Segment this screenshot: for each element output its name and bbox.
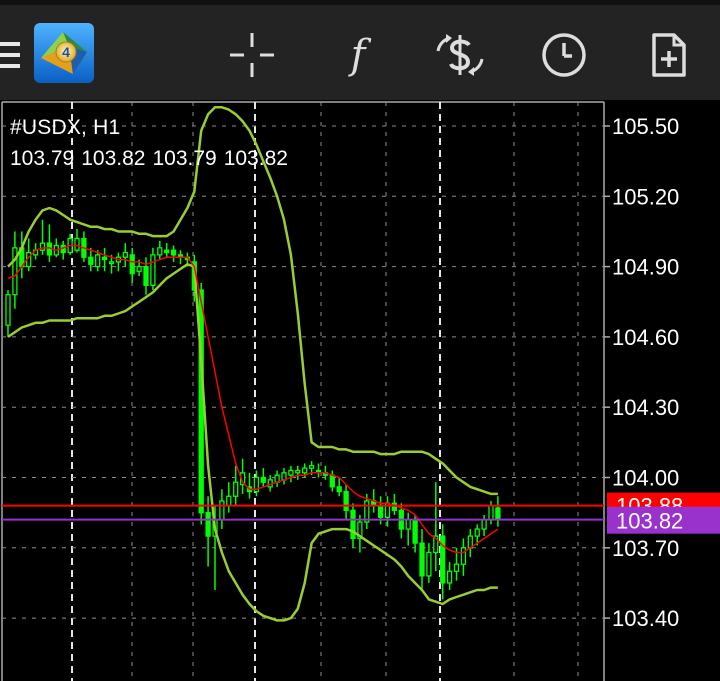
candle-body — [5, 294, 11, 326]
candle-body — [122, 251, 128, 258]
price-axis-label-1: 105.20 — [612, 184, 679, 209]
candle-body — [101, 256, 108, 261]
candle-body — [260, 476, 266, 483]
candle-body — [488, 504, 494, 521]
candle-body — [150, 254, 156, 286]
candle-body — [205, 511, 211, 537]
price-axis-label-5: 104.00 — [612, 466, 679, 491]
hamburger-menu-icon[interactable] — [0, 35, 22, 75]
candle-body — [495, 507, 501, 521]
candle-body — [198, 289, 204, 514]
candle-body — [343, 490, 349, 511]
clock-icon — [542, 33, 586, 77]
candle-body — [453, 563, 460, 572]
timeframe-button[interactable] — [538, 29, 590, 81]
ohlc-low: 103.79 — [152, 147, 217, 170]
candlestick-chart[interactable]: 105.50 105.20 104.90 104.60 104.30 104.00 103.… — [0, 100, 720, 681]
candle-body — [329, 474, 335, 488]
price-axis-label-0: 105.50 — [612, 114, 679, 139]
ohlc-high: 103.82 — [81, 147, 146, 170]
candle-body — [377, 504, 384, 518]
candle-body — [288, 469, 294, 476]
candle-body — [226, 495, 232, 507]
price-chart[interactable]: 105.50 105.20 104.90 104.60 104.30 104.00 103.… — [0, 100, 720, 681]
candle-body — [74, 237, 80, 251]
crosshair-button[interactable] — [226, 29, 278, 81]
top-toolbar: 4 f — [0, 5, 720, 100]
trade-button[interactable] — [432, 29, 488, 81]
candle-body — [219, 500, 225, 521]
indicators-button[interactable]: f — [332, 29, 384, 81]
candle-body — [164, 249, 170, 254]
candle-body — [233, 481, 239, 497]
candle-body — [446, 570, 453, 584]
logo-number: 4 — [62, 44, 70, 60]
ohlc-open: 103.79 — [10, 147, 75, 170]
candle-body — [308, 465, 315, 469]
candle-body — [95, 254, 101, 268]
function-f-icon: f — [350, 32, 366, 78]
price-axis-label-4: 104.30 — [612, 395, 679, 420]
ohlc-close: 103.82 — [223, 147, 288, 170]
candle-body — [302, 467, 308, 474]
candle-body — [170, 249, 177, 256]
price-axis-label-6: 103.70 — [612, 536, 679, 561]
document-plus-icon — [652, 33, 686, 77]
metatrader-logo-icon[interactable]: 4 — [33, 22, 95, 84]
new-order-button[interactable] — [642, 29, 694, 81]
candle-body — [350, 509, 356, 540]
candle-body — [88, 256, 94, 265]
candle-body — [336, 486, 342, 493]
candle-body — [129, 254, 135, 275]
candle-body — [295, 469, 301, 474]
candle-body — [460, 547, 467, 565]
candle-body — [143, 265, 149, 286]
bid-price-label: 103.82 — [616, 509, 683, 534]
crosshair-icon — [230, 33, 274, 77]
candle-body — [426, 551, 432, 577]
candle-body — [481, 519, 487, 530]
candle-body — [136, 265, 142, 272]
candle-body — [157, 247, 163, 256]
price-axis-label-2: 104.90 — [612, 255, 679, 280]
candle-body — [108, 261, 115, 265]
price-axis-label-7: 103.40 — [612, 606, 679, 631]
price-axis-label-3: 104.60 — [612, 325, 679, 350]
ohlc-values: 103.79 103.82 103.79 103.82 — [10, 147, 295, 171]
candle-body — [412, 519, 418, 544]
chart-symbol-title: #USDX, H1 — [10, 116, 121, 139]
candle-body — [419, 542, 425, 577]
candle-body — [405, 519, 411, 530]
dollar-exchange-icon — [436, 34, 484, 76]
candle-body — [474, 528, 480, 537]
